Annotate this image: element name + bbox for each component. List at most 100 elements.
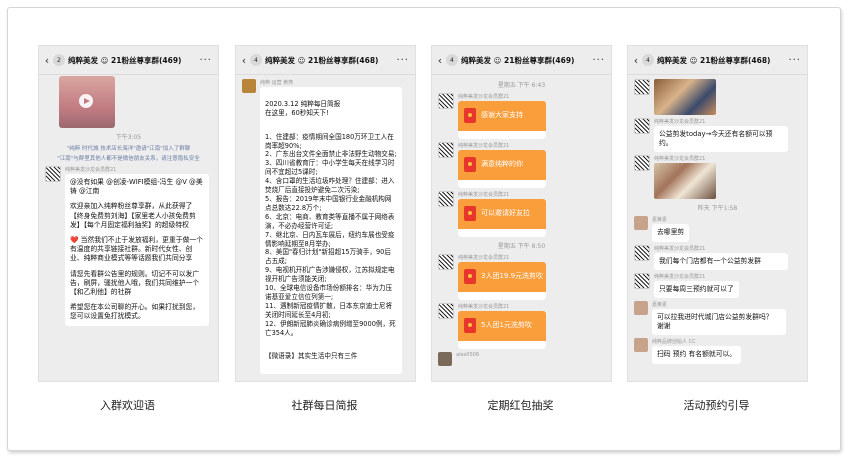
message-row: 纯粹美发沙龙会员群21 感谢大家支持 (438, 93, 605, 139)
unread-badge: 2 (53, 54, 65, 66)
red-packet-icon (464, 108, 476, 123)
message-bubble[interactable]: 公益剪发today→今天还有名额可以预约。 (654, 126, 788, 153)
photo-message[interactable] (654, 79, 716, 115)
photo-message[interactable] (654, 163, 716, 200)
message-bubble[interactable]: 去哪里剪 (652, 224, 690, 242)
chat-title: 纯粹美发 ☺ 21粉丝尊享群(469) (461, 55, 575, 65)
message-row: 纯粹美发沙龙会员群21 @没有如果 @创凌-WIFI模组-冯生 @V @美铸 @… (45, 166, 212, 326)
avatar[interactable] (45, 166, 61, 182)
red-packet[interactable]: 5人团1元洗剪吹 (458, 311, 546, 349)
avatar[interactable] (634, 79, 650, 95)
message-row: 纯粹美发沙龙会员群21 3人团19.9元洗剪吹 (438, 254, 605, 300)
avatar[interactable] (634, 155, 650, 172)
sender-name: 纯粹美发沙龙会员群21 (458, 255, 510, 261)
avatar[interactable] (634, 118, 650, 134)
avatar[interactable] (438, 254, 454, 270)
caption-daily-brief: 社群每日简报 (291, 399, 358, 412)
red-packet[interactable]: 感谢大家支持 (458, 101, 546, 139)
sender-name: 纯粹美发沙龙会员群21 (654, 156, 706, 163)
message-bubble[interactable]: 只要每周三预约就可以了 (654, 280, 739, 299)
more-icon[interactable]: ··· (199, 55, 212, 66)
video-message[interactable] (59, 76, 115, 128)
red-packet[interactable]: 可以邀请好友拉 (458, 199, 546, 237)
chat-title: 纯粹美发 ☺ 21粉丝尊享群(469) (68, 55, 182, 65)
red-packet[interactable]: 满意纯粹的你 (458, 150, 546, 188)
phone-red-packet: ‹ 4 纯粹美发 ☺ 21粉丝尊享群(469) ··· 星期五 下午 6:43 … (431, 45, 612, 382)
chat-header: ‹ 4 纯粹美发 ☺ 21粉丝尊享群(469) ··· (432, 46, 611, 75)
sender-name: 纯粹 运营 黄燕 (260, 80, 294, 86)
avatar[interactable] (634, 301, 648, 316)
red-packet-footer (458, 131, 546, 139)
chat-title: 纯粹美发 ☺ 21粉丝尊享群(468) (657, 55, 771, 65)
brief-items: 1、住建部：疫情期间全国180万环卫工人在岗率超90%; 2、广东出台文件全面禁… (265, 132, 397, 337)
sender-name: 纯粹美发沙龙会员群21 (654, 273, 706, 280)
back-arrow-icon[interactable]: ‹ (42, 54, 52, 67)
avatar[interactable] (438, 142, 454, 158)
unread-badge: 4 (250, 54, 262, 66)
message-row: 嘉莱素 可以拉我进时代城门店公益剪发群吗？ 谢谢 (634, 301, 801, 336)
avatar[interactable] (634, 216, 648, 231)
back-arrow-icon[interactable]: ‹ (239, 54, 249, 67)
red-packet[interactable]: 3人团19.9元洗剪吹 (458, 262, 546, 300)
unread-badge: 4 (446, 54, 458, 66)
sender-name: 嘉莱素 (652, 217, 668, 224)
sender-name: 纯粹美发沙龙会员群21 (654, 119, 706, 125)
timestamp: 星期五 下午 6:43 (497, 82, 546, 89)
more-icon[interactable]: ··· (396, 55, 409, 66)
red-packet-icon (464, 157, 476, 172)
avatar[interactable] (634, 338, 648, 353)
avatar[interactable] (438, 93, 454, 109)
more-icon[interactable]: ··· (788, 55, 801, 66)
message-row: 纯粹美发沙龙会员群21 可以邀请好友拉 (438, 191, 605, 237)
message-bubble[interactable]: 我们每个门店都有一个公益剪发群 (654, 252, 788, 270)
caption-welcome: 入群欢迎语 (100, 399, 155, 412)
message-row: alex0506 (438, 352, 605, 366)
message-paragraph: @没有如果 @创凌-WIFI模组-冯生 @V @美铸 @江南 (70, 178, 203, 196)
chat-header: ‹ 4 纯粹美发 ☺ 21粉丝尊享群(468) ··· (236, 46, 415, 75)
back-arrow-icon[interactable]: ‹ (435, 54, 445, 67)
message-row: 纯粹美发沙龙会员群21 5人团1元洗剪吹 (438, 303, 605, 349)
chat-header: ‹ 4 纯粹美发 ☺ 21粉丝尊享群(468) ··· (628, 46, 807, 75)
play-icon (79, 94, 93, 108)
message-row: 纯粹美发沙龙会员群21 满意纯粹的你 (438, 142, 605, 188)
red-packet-label: 可以邀请好友拉 (481, 209, 530, 217)
caption-event-booking: 活动预约引导 (683, 399, 750, 412)
message-list: 星期五 下午 6:43 纯粹美发沙龙会员群21 感谢大家支持 纯粹美发沙龙会员群… (432, 76, 611, 381)
message-paragraph: 请您先看群公告里的规则。切记不可以发广告，刷屏，骚扰他人哦，我们共同维护一个【和… (70, 269, 200, 297)
message-paragraph: 希望您在本公司聊的开心。如果打扰到您，您可以设置免打扰模式。 (70, 303, 200, 321)
chat-header: ‹ 2 纯粹美发 ☺ 21粉丝尊享群(469) ··· (39, 46, 218, 75)
system-notice: "江南"与群里其他人都不是微信朋友关系，请注意隐私安全 (57, 156, 200, 162)
avatar[interactable] (242, 79, 256, 93)
sender-name: 纯粹美发沙龙会员群21 (654, 245, 706, 252)
red-packet-label: 5人团1元洗剪吹 (481, 321, 532, 329)
brief-quote: 【微语录】其实生活中只有三件 (265, 352, 358, 361)
avatar[interactable] (634, 272, 650, 289)
sender-name: 纯粹品牌创始人 CC (652, 339, 696, 346)
message-bubble[interactable]: 扫码 预约 有名额就可以。 (652, 346, 742, 364)
phone-daily-brief: ‹ 4 纯粹美发 ☺ 21粉丝尊享群(468) ··· 纯粹 运营 黄燕 202… (235, 45, 416, 382)
avatar[interactable] (438, 303, 454, 319)
daily-brief-bubble[interactable]: 2020.3.12 纯粹每日简报 在这里，60秒知天下! 1、住建部：疫情期间全… (260, 87, 402, 375)
caption-red-packet: 定期红包抽奖 (487, 399, 554, 412)
welcome-message-bubble[interactable]: @没有如果 @创凌-WIFI模组-冯生 @V @美铸 @江南 欢迎亲加入纯粹粉丝… (65, 174, 209, 326)
system-notice: "纯粹 时代城 技术店长海洋"邀请"江南"加入了群聊 (66, 146, 191, 152)
red-packet-icon (464, 206, 476, 221)
red-packet-icon (464, 318, 476, 333)
back-arrow-icon[interactable]: ‹ (631, 54, 641, 67)
sender-name: 纯粹美发沙龙会员群21 (458, 304, 510, 310)
message-row (634, 79, 801, 115)
message-paragraph: 欢迎亲加入纯粹粉丝尊享群，从此获得了【终身免费剪刘海】【家里老人小孩免费剪发】【… (70, 202, 196, 229)
avatar[interactable] (438, 191, 454, 207)
sender-name: alex0506 (456, 352, 480, 358)
message-row: 纯粹美发沙龙会员群21 (634, 155, 801, 200)
red-packet-footer (458, 292, 546, 300)
avatar[interactable] (438, 352, 452, 366)
red-packet-footer (458, 341, 546, 349)
avatar[interactable] (634, 244, 650, 261)
message-list: 纯粹 运营 黄燕 2020.3.12 纯粹每日简报 在这里，60秒知天下! 1、… (236, 76, 415, 381)
red-packet-footer (458, 229, 546, 237)
red-packet-icon (464, 269, 476, 284)
message-bubble[interactable]: 可以拉我进时代城门店公益剪发群吗？ 谢谢 (652, 309, 786, 336)
red-packet-footer (458, 180, 546, 188)
more-icon[interactable]: ··· (592, 55, 605, 66)
